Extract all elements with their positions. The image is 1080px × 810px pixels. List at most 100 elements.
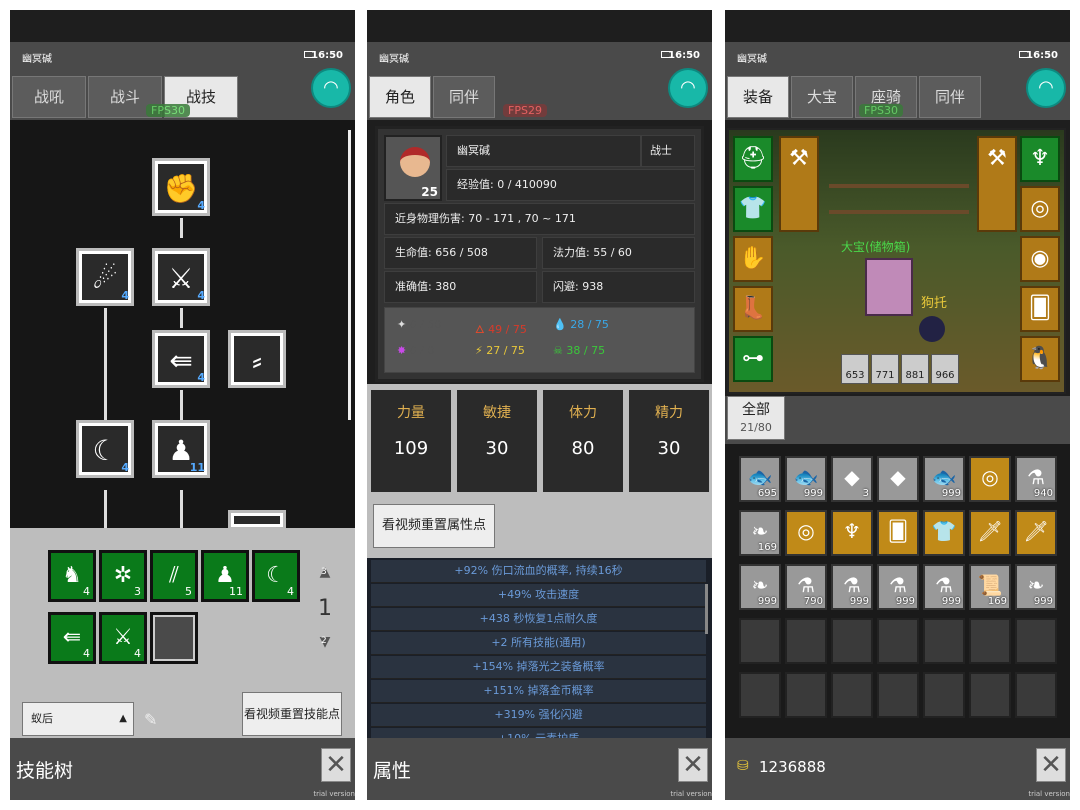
wifi-icon[interactable]: ◠: [311, 68, 351, 108]
skill-node-slash[interactable]: [228, 510, 286, 530]
attr-name: 力量: [397, 405, 425, 421]
equip-slot-amulet[interactable]: ◎: [1020, 186, 1060, 232]
inventory-slot-empty[interactable]: [739, 672, 781, 718]
tab-equipment[interactable]: 装备: [727, 76, 789, 118]
inventory-slot-empty[interactable]: [877, 672, 919, 718]
equip-slot-weapon-left[interactable]: ⚒: [779, 136, 819, 232]
skill-slot[interactable]: ♞ 4: [48, 550, 96, 602]
filter-all-tab[interactable]: 全部 21/80: [727, 396, 785, 440]
fence-icon: [829, 184, 969, 214]
inventory-item[interactable]: 🐟 999: [923, 456, 965, 502]
bonus-item: +319% 强化闪避: [371, 704, 706, 727]
inventory-slot-empty[interactable]: [785, 672, 827, 718]
equip-slot-weapon-right[interactable]: ⚒: [977, 136, 1017, 232]
inventory-item[interactable]: ♆: [831, 510, 873, 556]
skill-node-arrow-burst[interactable]: ⇚ 4: [152, 330, 210, 388]
close-button[interactable]: ✕: [321, 748, 351, 782]
inventory-slot-empty[interactable]: [969, 618, 1011, 664]
equip-slot-pet[interactable]: 🐧: [1020, 336, 1060, 382]
skill-node-wave[interactable]: ☾ 4: [76, 420, 134, 478]
inventory-item[interactable]: 🐟 999: [785, 456, 827, 502]
amulet-icon: ◎: [981, 465, 999, 489]
tree-scrollbar[interactable]: [348, 130, 351, 420]
inventory-item[interactable]: 👕: [923, 510, 965, 556]
tab-dabao[interactable]: 大宝: [791, 76, 853, 118]
preset-dropdown[interactable]: 蚁后 ▲: [22, 702, 134, 736]
close-button[interactable]: ✕: [1036, 748, 1066, 782]
wifi-icon[interactable]: ◠: [1026, 68, 1066, 108]
page-down-button[interactable]: ▼ 2: [312, 634, 338, 650]
equip-slot-armor[interactable]: 👕: [733, 186, 773, 232]
tab-character[interactable]: 角色: [369, 76, 431, 118]
filter-label: 全部: [742, 402, 770, 418]
inventory-item[interactable]: 🐟 695: [739, 456, 781, 502]
tab-companion[interactable]: 同伴: [433, 76, 495, 118]
inventory-slot-empty[interactable]: [923, 618, 965, 664]
equip-slot-head-accessory[interactable]: ♆: [1020, 136, 1060, 182]
inventory-item[interactable]: ◆ 3: [831, 456, 873, 502]
inventory-item[interactable]: ⚗ 790: [785, 564, 827, 610]
reset-skill-points-button[interactable]: 看视频重置技能点: [242, 692, 342, 736]
inventory-item[interactable]: ⚗ 940: [1015, 456, 1057, 502]
skill-slot[interactable]: ⫽ 5: [150, 550, 198, 602]
inventory-item[interactable]: 🗡: [969, 510, 1011, 556]
skill-node-whirl[interactable]: ☄ 4: [76, 248, 134, 306]
skill-slot[interactable]: ♟ 11: [201, 550, 249, 602]
inventory-item[interactable]: ❧ 999: [1015, 564, 1057, 610]
inventory-item[interactable]: ◆: [877, 456, 919, 502]
inventory-item[interactable]: ❧ 999: [739, 564, 781, 610]
inventory-slot-empty[interactable]: [1015, 672, 1057, 718]
skill-slot[interactable]: ✲ 3: [99, 550, 147, 602]
inventory-item[interactable]: 🗡: [1015, 510, 1057, 556]
attr-strength[interactable]: 力量 109: [371, 390, 451, 492]
equip-slot-boots[interactable]: 👢: [733, 286, 773, 332]
wifi-icon[interactable]: ◠: [668, 68, 708, 108]
edit-icon[interactable]: ✎: [144, 710, 157, 729]
reset-attribute-points-button[interactable]: 看视频重置属性点: [373, 504, 495, 548]
skill-slot-empty[interactable]: [150, 612, 198, 664]
close-button[interactable]: ✕: [678, 748, 708, 782]
tab-war-cry[interactable]: 战吼: [12, 76, 86, 118]
inventory-slot-empty[interactable]: [831, 672, 873, 718]
status-bar: 幽冥碱 16:50: [10, 42, 355, 68]
inventory-item[interactable]: 🂠: [877, 510, 919, 556]
equip-slot-card[interactable]: 🂠: [1020, 286, 1060, 332]
inventory-slot-empty[interactable]: [923, 672, 965, 718]
page-up-button[interactable]: ▲ 3: [312, 564, 338, 580]
inventory-item[interactable]: ⚗ 999: [831, 564, 873, 610]
fish-icon: 🐟: [793, 465, 819, 489]
skill-slot[interactable]: ☾ 4: [252, 550, 300, 602]
tab-companion[interactable]: 同伴: [919, 76, 981, 118]
inventory-slot-empty[interactable]: [785, 618, 827, 664]
skill-slot[interactable]: ⚔ 4: [99, 612, 147, 664]
bottom-bar: ⛁ 1236888 ✕ trial version: [725, 738, 1070, 800]
inventory-item[interactable]: 📜 169: [969, 564, 1011, 610]
skill-slot[interactable]: ⇚ 4: [48, 612, 96, 664]
inventory-item[interactable]: ⚗ 999: [877, 564, 919, 610]
inventory-slot-empty[interactable]: [831, 618, 873, 664]
inventory-item[interactable]: ◎: [969, 456, 1011, 502]
equip-slot-gloves[interactable]: ✋: [733, 236, 773, 282]
skill-node-feather[interactable]: ⸗: [228, 330, 286, 388]
inventory-slot-empty[interactable]: [877, 618, 919, 664]
attr-agility[interactable]: 敏捷 30: [457, 390, 537, 492]
skill-node-fist[interactable]: ✊ 4: [152, 158, 210, 216]
equip-slot-belt[interactable]: ⊶: [733, 336, 773, 382]
resist-value: 28 / 75: [570, 318, 609, 331]
bonus-list[interactable]: +92% 伤口流血的概率, 持续16秒 +49% 攻击速度 +438 秒恢复1点…: [367, 558, 712, 738]
inventory-slot-empty[interactable]: [1015, 618, 1057, 664]
fps-badge: FPS30: [859, 104, 903, 117]
skill-node-knight[interactable]: ♟ 11: [152, 420, 210, 478]
inventory-item[interactable]: ❧ 169: [739, 510, 781, 556]
equip-slot-helmet[interactable]: ⛑: [733, 136, 773, 182]
attr-stamina[interactable]: 体力 80: [543, 390, 623, 492]
bonus-scrollbar[interactable]: [705, 584, 708, 634]
equip-slot-ring[interactable]: ◉: [1020, 236, 1060, 282]
inventory-item[interactable]: ◎: [785, 510, 827, 556]
inventory-slot-empty[interactable]: [969, 672, 1011, 718]
attr-spirit[interactable]: 精力 30: [629, 390, 709, 492]
skill-node-cross-swords[interactable]: ⚔ 4: [152, 248, 210, 306]
poison-icon: ☠: [553, 344, 563, 357]
inventory-item[interactable]: ⚗ 999: [923, 564, 965, 610]
inventory-slot-empty[interactable]: [739, 618, 781, 664]
